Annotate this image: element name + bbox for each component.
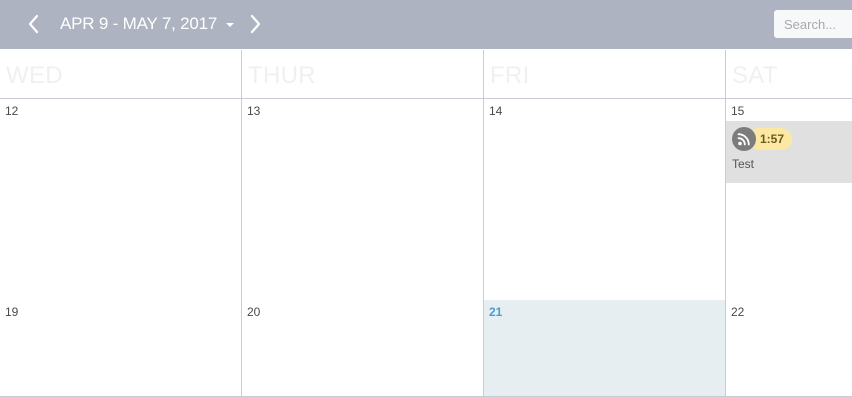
event-title: Test (732, 157, 755, 171)
day-cell[interactable]: 20 (242, 300, 484, 397)
day-cell[interactable]: 13 (242, 99, 484, 301)
day-cell-today[interactable]: 21 (484, 300, 726, 397)
caret-down-icon (226, 22, 235, 27)
day-number: 22 (731, 305, 745, 319)
rss-feed-icon (732, 127, 756, 151)
date-range-dropdown[interactable]: APR 9 - MAY 7, 2017 (60, 13, 235, 35)
calendar-event[interactable]: 1:57 Test (726, 121, 852, 183)
day-cell[interactable]: 22 (726, 300, 852, 397)
day-number: 19 (5, 305, 19, 319)
previous-arrow-icon[interactable] (24, 12, 44, 36)
day-number: 14 (489, 104, 503, 118)
weekday-label: THUR (248, 62, 316, 89)
day-number: 13 (247, 104, 261, 118)
search-input[interactable] (774, 10, 852, 38)
day-number: 20 (247, 305, 261, 319)
weekday-label: SAT (732, 62, 778, 89)
day-cell[interactable]: 12 (0, 99, 242, 301)
date-range-label: APR 9 - MAY 7, 2017 (60, 14, 218, 33)
day-number: 21 (489, 305, 503, 319)
weekday-header-wed: WED (0, 50, 242, 99)
day-number: 12 (5, 104, 19, 118)
weekday-label: FRI (490, 62, 530, 89)
day-cell[interactable]: 15 1:57 Test (726, 99, 852, 301)
weekday-header-fri: FRI (484, 50, 726, 99)
calendar-toolbar: APR 9 - MAY 7, 2017 (0, 0, 852, 49)
weekday-header-thur: THUR (242, 50, 484, 99)
day-cell[interactable]: 14 (484, 99, 726, 301)
weekday-header-sat: SAT (726, 50, 852, 99)
day-number: 15 (731, 104, 745, 118)
next-arrow-icon[interactable] (245, 12, 265, 36)
weekday-label: WED (6, 62, 63, 89)
day-cell[interactable]: 19 (0, 300, 242, 397)
